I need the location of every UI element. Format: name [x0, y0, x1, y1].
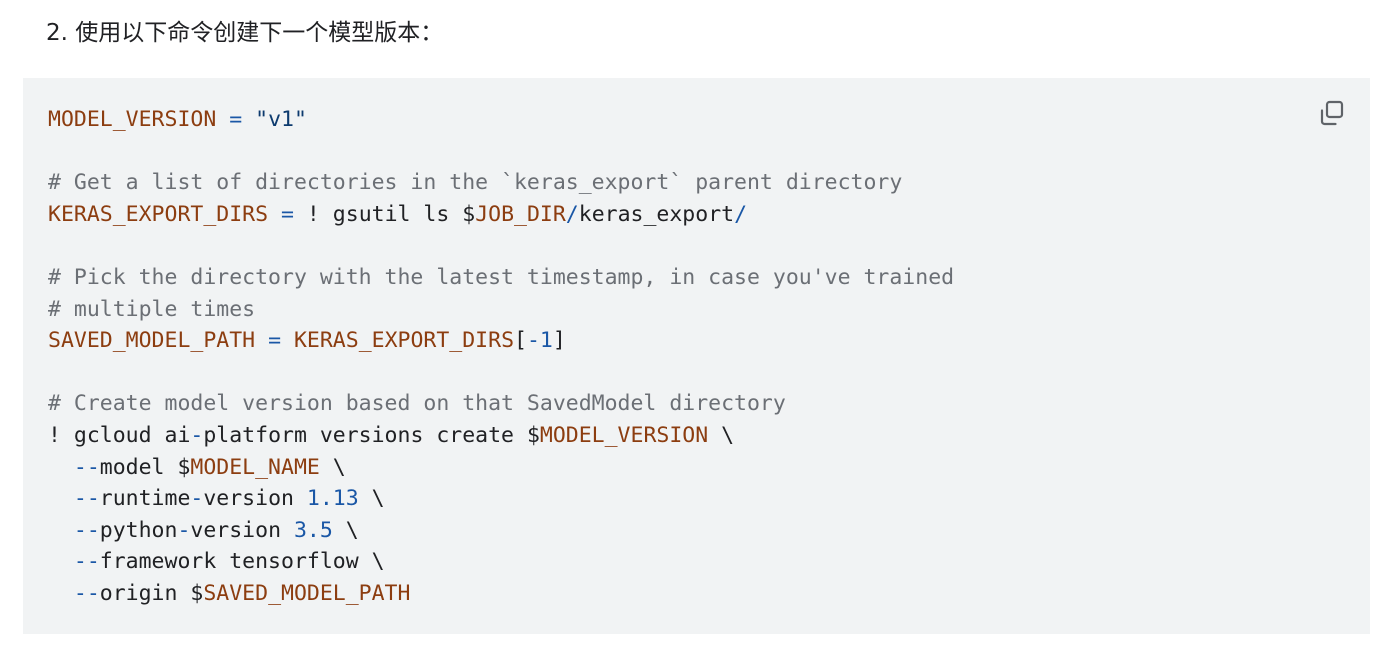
code-text: model $ — [99, 454, 191, 480]
code-variable: SAVED_MODEL_PATH — [48, 328, 256, 354]
code-line: ! gcloud ai-platform versions create $MO… — [48, 420, 954, 452]
copy-icon — [1316, 98, 1348, 130]
code-operator: -- — [73, 486, 100, 512]
code-comment: # Create model version based on that Sav… — [48, 391, 786, 417]
code-variable: MODEL_NAME — [190, 454, 320, 480]
code-variable: KERAS_EXPORT_DIRS — [48, 201, 269, 227]
code-line: SAVED_MODEL_PATH = KERAS_EXPORT_DIRS[-1] — [48, 325, 954, 357]
code-text: framework tensorflow \ — [99, 549, 385, 575]
code-line: --runtime-version 1.13 \ — [48, 483, 954, 515]
code-operator: = — [268, 328, 282, 354]
code-operator: - — [177, 517, 191, 543]
code-text: version — [190, 517, 294, 543]
code-operator: / — [565, 201, 579, 227]
code-text: runtime — [99, 486, 191, 512]
code-line: --model $MODEL_NAME \ — [48, 452, 954, 484]
code-operator: -- — [73, 580, 100, 606]
code-line: --framework tensorflow \ — [48, 546, 954, 578]
code-variable: SAVED_MODEL_PATH — [203, 580, 411, 606]
code-number: 3.5 — [293, 517, 333, 543]
code-operator: - — [190, 486, 204, 512]
code-operator: / — [734, 201, 748, 227]
code-number: -1 — [526, 328, 553, 354]
code-operator: -- — [73, 517, 100, 543]
code-line: KERAS_EXPORT_DIRS = ! gsutil ls $JOB_DIR… — [48, 199, 954, 231]
code-operator: -- — [73, 454, 100, 480]
code-text: \ — [332, 517, 359, 543]
step-text: 使用以下命令创建下一个模型版本： — [75, 20, 444, 46]
code-operator: = — [229, 107, 243, 132]
code-line: # Get a list of directories in the `kera… — [48, 167, 954, 199]
code-line: # multiple times — [48, 294, 954, 326]
code-block: MODEL_VERSION = "v1" # Get a list of dir… — [23, 78, 1370, 634]
code-operator: = — [281, 201, 294, 227]
code-variable: MODEL_VERSION — [539, 422, 709, 448]
code-line: --origin $SAVED_MODEL_PATH — [48, 578, 954, 610]
code-text: python — [99, 517, 178, 543]
code-text: keras_export — [578, 201, 735, 227]
step-instruction: 2. 使用以下命令创建下一个模型版本： — [46, 16, 443, 50]
step-number: 2. — [46, 20, 68, 46]
code-line: --python-version 3.5 \ — [48, 515, 954, 547]
copy-button[interactable] — [1316, 98, 1348, 130]
code-text: \ — [319, 454, 346, 480]
code-variable: JOB_DIR — [475, 201, 566, 227]
code-text: ! gsutil ls $ — [293, 201, 476, 227]
code-line: # Pick the directory with the latest tim… — [48, 262, 954, 294]
code-content: MODEL_VERSION = "v1" # Get a list of dir… — [48, 104, 954, 610]
code-string: "v1" — [255, 107, 307, 132]
code-variable: KERAS_EXPORT_DIRS — [293, 328, 515, 354]
code-text: [ — [514, 328, 527, 354]
code-comment: # Pick the directory with the latest tim… — [48, 264, 955, 290]
code-text: platform versions create $ — [203, 422, 540, 448]
code-variable: MODEL_VERSION — [48, 107, 217, 132]
code-operator: -- — [73, 549, 100, 575]
code-text: ] — [552, 328, 566, 354]
code-line: MODEL_VERSION = "v1" — [48, 104, 954, 136]
code-operator: - — [190, 422, 204, 448]
code-text: \ — [708, 422, 735, 448]
code-text: ! gcloud ai — [48, 422, 191, 448]
code-text: version — [203, 486, 307, 512]
code-text: origin $ — [99, 580, 204, 606]
code-line: # Create model version based on that Sav… — [48, 388, 954, 420]
code-number: 1.13 — [306, 486, 359, 512]
code-text: \ — [358, 486, 385, 512]
code-comment: # Get a list of directories in the `kera… — [48, 170, 903, 196]
code-comment: # multiple times — [48, 296, 256, 322]
